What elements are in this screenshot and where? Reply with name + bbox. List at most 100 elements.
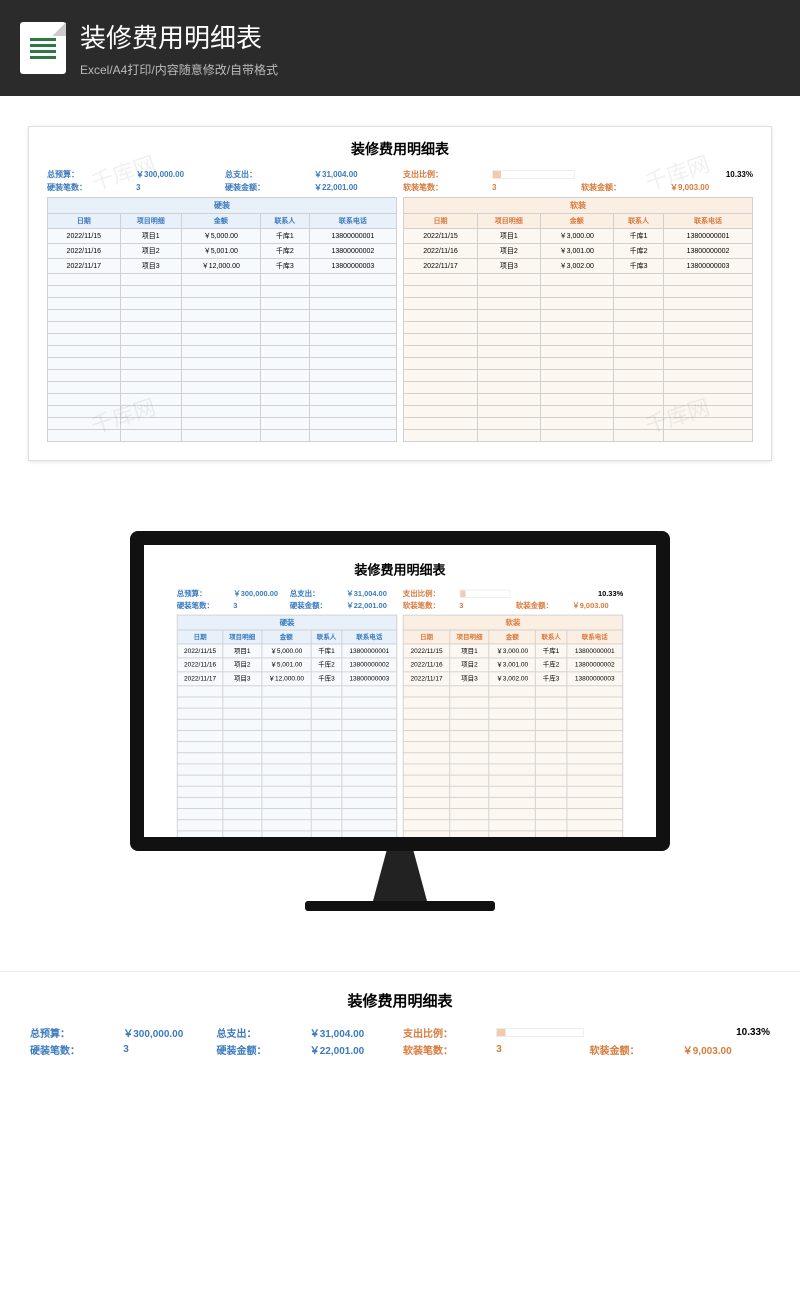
table-row: ..... — [48, 298, 397, 310]
cell: 项目1 — [478, 229, 540, 244]
table-row: ..... — [403, 686, 622, 697]
cell: ￥5,001.00 — [261, 658, 311, 672]
table-row: ..... — [403, 730, 622, 741]
col-header: 金额 — [181, 214, 260, 229]
hard-count-value: 3 — [123, 1044, 210, 1055]
cell: 2022/11/17 — [404, 259, 478, 274]
cell: 千库2 — [614, 244, 664, 259]
cell: 2022/11/17 — [403, 672, 450, 686]
col-header: 金额 — [261, 630, 311, 644]
table-row: ..... — [48, 358, 397, 370]
monitor-stand — [355, 851, 445, 901]
table-row: ..... — [404, 310, 753, 322]
table-row: ..... — [404, 298, 753, 310]
cell: 2022/11/16 — [177, 658, 223, 672]
cell: 2022/11/16 — [404, 244, 478, 259]
cell: 2022/11/17 — [48, 259, 121, 274]
expense-value: ￥31,004.00 — [310, 1025, 397, 1040]
ratio-value: 10.33% — [683, 1027, 770, 1038]
col-header: 联系电话 — [664, 214, 753, 229]
table-row: ..... — [403, 809, 622, 820]
cell: 千库1 — [311, 644, 342, 658]
table-row: ..... — [48, 346, 397, 358]
table-row: ..... — [177, 708, 396, 719]
monitor-mockup-section: 装修费用明细表 总预算：￥300,000.00 总支出：￥31,004.00 支… — [0, 491, 800, 971]
cell: 2022/11/15 — [404, 229, 478, 244]
cell: 2022/11/15 — [403, 644, 450, 658]
sheet-title: 装修费用明细表 — [47, 139, 753, 159]
table-row: ..... — [177, 697, 396, 708]
cell: 13800000002 — [664, 244, 753, 259]
cell: 2022/11/15 — [177, 644, 223, 658]
cell: 13800000001 — [664, 229, 753, 244]
cell: ￥3,002.00 — [489, 672, 535, 686]
cell: 千库2 — [535, 658, 566, 672]
cell: ￥12,000.00 — [181, 259, 260, 274]
table-row: ..... — [177, 764, 396, 775]
cell: 千库3 — [535, 672, 566, 686]
cell: 13800000003 — [567, 672, 623, 686]
col-header: 联系电话 — [309, 214, 396, 229]
table-row: 2022/11/17项目3￥3,002.00千库313800000003 — [403, 672, 622, 686]
soft-count-value: 3 — [496, 1044, 583, 1055]
table-row: ..... — [177, 786, 396, 797]
cell: 2022/11/16 — [48, 244, 121, 259]
table-row: ..... — [48, 310, 397, 322]
table-row: ..... — [177, 775, 396, 786]
col-header: 联系人 — [311, 630, 342, 644]
table-row: ..... — [48, 334, 397, 346]
header-text: 装修费用明细表 Excel/A4打印/内容随意修改/自带格式 — [80, 18, 278, 78]
table-row: ..... — [403, 797, 622, 808]
cell: ￥12,000.00 — [261, 672, 311, 686]
soft-table: 软装日期项目明细金额联系人联系电话2022/11/15项目1￥3,000.00千… — [403, 615, 623, 843]
col-header: 项目明细 — [223, 630, 261, 644]
soft-count-label: 软装笔数： — [403, 1042, 490, 1057]
table-row: ..... — [48, 286, 397, 298]
cell: 13800000001 — [309, 229, 396, 244]
cell: 2022/11/17 — [177, 672, 223, 686]
col-header: 金额 — [540, 214, 614, 229]
hard-table: 硬装日期项目明细金额联系人联系电话2022/11/15项目1￥5,000.00千… — [177, 615, 397, 843]
table-row: ..... — [403, 786, 622, 797]
budget-value: ￥300,000.00 — [123, 1025, 210, 1040]
ratio-label: 支出比例： — [403, 1025, 490, 1040]
col-header: 金额 — [489, 630, 535, 644]
monitor-base — [305, 901, 495, 911]
table-row: 2022/11/17项目3￥12,000.00千库313800000003 — [177, 672, 396, 686]
cell: 13800000003 — [342, 672, 397, 686]
preview-flat: 千库网 千库网 千库网 千库网 装修费用明细表 总预算：￥300,000.00 … — [0, 96, 800, 491]
sheet-title: 装修费用明细表 — [177, 561, 623, 580]
table-row: ..... — [177, 809, 396, 820]
cell: 项目3 — [223, 672, 261, 686]
summary-grid: 总预算：￥300,000.00 总支出：￥31,004.00 支出比例： 10.… — [177, 589, 623, 611]
hard-count-label: 硬装笔数： — [30, 1042, 117, 1057]
table-row: ..... — [177, 686, 396, 697]
table-row: ..... — [48, 418, 397, 430]
col-header: 日期 — [403, 630, 450, 644]
table-row: ..... — [177, 820, 396, 831]
soft-amount-value: ￥9,003.00 — [683, 1042, 770, 1057]
table-row: 2022/11/17项目3￥12,000.00千库313800000003 — [48, 259, 397, 274]
tables-wrap: 硬装日期项目明细金额联系人联系电话2022/11/15项目1￥5,000.00千… — [177, 615, 623, 843]
table-row: ..... — [404, 334, 753, 346]
table-row: ..... — [177, 753, 396, 764]
col-header: 项目明细 — [120, 214, 181, 229]
cell: ￥5,001.00 — [181, 244, 260, 259]
table-row: ..... — [48, 430, 397, 442]
tables-wrap: 硬装日期项目明细金额联系人联系电话2022/11/15项目1￥5,000.00千… — [47, 197, 753, 442]
table-row: ..... — [403, 820, 622, 831]
excel-file-icon — [20, 22, 66, 74]
table-row: ..... — [403, 753, 622, 764]
hard-amount-label: 硬装金额： — [217, 1042, 304, 1057]
budget-label: 总预算： — [30, 1025, 117, 1040]
cell: 千库3 — [614, 259, 664, 274]
section-header: 硬装 — [48, 198, 397, 214]
cell: 千库3 — [260, 259, 309, 274]
table-row: ..... — [403, 742, 622, 753]
cell: 千库1 — [260, 229, 309, 244]
cell: 千库3 — [311, 672, 342, 686]
table-row: ..... — [177, 797, 396, 808]
table-row: 2022/11/15项目1￥3,000.00千库113800000001 — [403, 644, 622, 658]
table-row: ..... — [403, 697, 622, 708]
cell: 项目3 — [450, 672, 489, 686]
